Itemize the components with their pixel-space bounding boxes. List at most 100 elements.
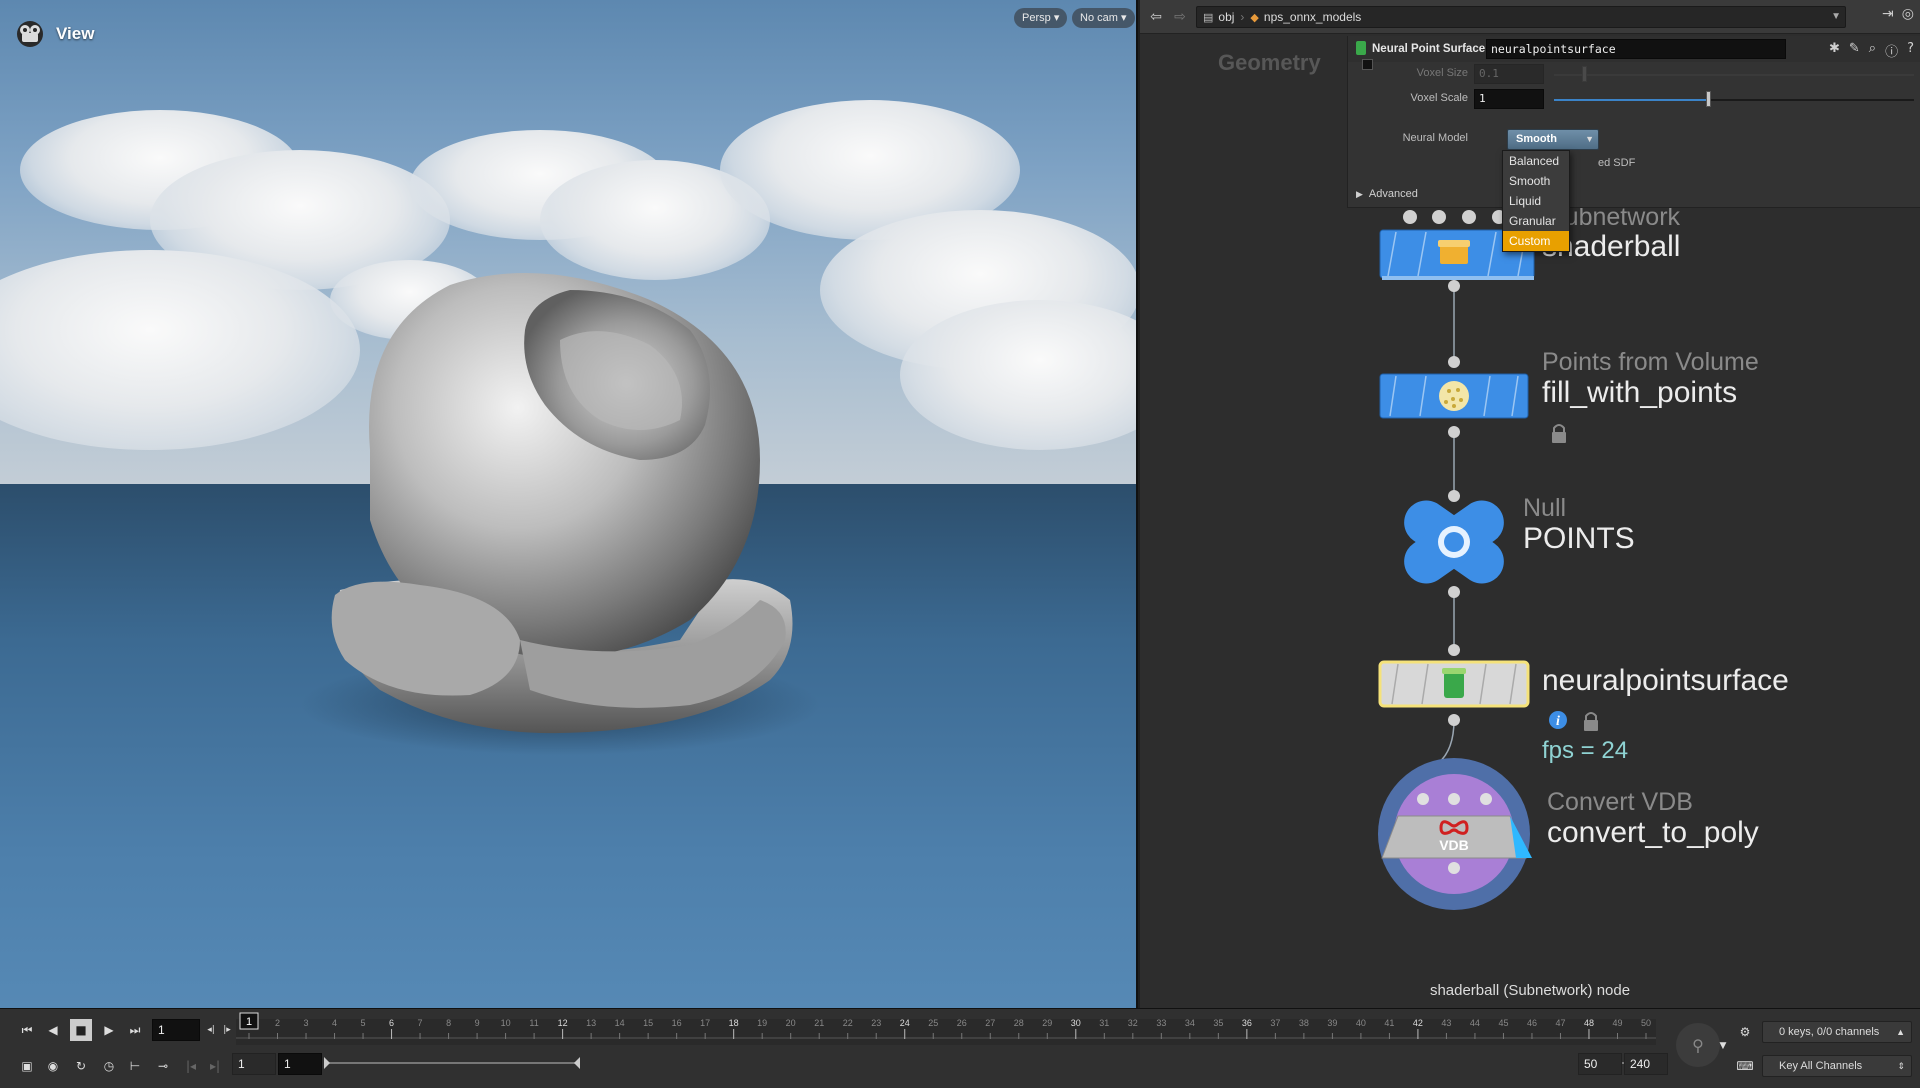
timeline-tick-label: 10 <box>501 1018 511 1028</box>
chevron-down-icon[interactable]: ▼ <box>1712 1035 1734 1057</box>
timeline-ruler[interactable]: 2 3 4 5 6 7 8 9 10 11 12 13 14 15 16 17 18 19 20 21 22 23 24 25… <box>0 1009 1920 1088</box>
camera-menu-button[interactable]: No cam ▾ <box>1072 8 1135 28</box>
jump-start-icon[interactable]: ⏮ <box>16 1019 38 1041</box>
timeline-tick-label: 36 <box>1242 1018 1252 1028</box>
neural-model-menu[interactable]: Balanced Smooth Liquid Granular Custom <box>1502 150 1570 252</box>
timeline-tick-label: 34 <box>1185 1018 1195 1028</box>
voxel-size-slider[interactable] <box>1554 74 1914 76</box>
projection-label: Persp <box>1022 12 1051 24</box>
node-type-label: Null <box>1523 494 1567 522</box>
timeline-tick-label: 4 <box>332 1018 337 1028</box>
timeline-tick-label: 28 <box>1014 1018 1024 1028</box>
voxel-scale-slider-handle[interactable] <box>1706 91 1711 107</box>
timeline-tick-label: 19 <box>757 1018 767 1028</box>
viewport-title: View <box>56 24 95 43</box>
menu-item-liquid[interactable]: Liquid <box>1503 191 1569 211</box>
timeline-tick-label: 29 <box>1042 1018 1052 1028</box>
help-icon[interactable]: ? <box>1907 41 1914 60</box>
jump-end-icon[interactable]: ⏭ <box>124 1019 146 1041</box>
advanced-folder[interactable]: ▶ Advanced <box>1356 188 1418 200</box>
current-frame-field[interactable]: 1 <box>152 1019 200 1041</box>
houdini-app: View Persp ▾ No cam ▾ ⇦ ⇨ ▤ obj › ◆ nps_… <box>0 0 1920 1088</box>
gear-icon[interactable]: ✱ <box>1829 41 1840 60</box>
menu-item-smooth[interactable]: Smooth <box>1503 171 1569 191</box>
voxel-size-slider-handle[interactable] <box>1582 66 1587 82</box>
voxel-scale-slider-fill <box>1554 99 1708 101</box>
node-type-label: Convert VDB <box>1547 788 1693 816</box>
chevron-updown-icon: ⇕ <box>1897 1061 1905 1071</box>
node-name-label[interactable]: convert_to_poly <box>1547 816 1759 850</box>
timeline-tick-label: 30 <box>1071 1018 1081 1028</box>
range-end-icon[interactable]: ▸| <box>204 1055 226 1077</box>
status-text: shaderball (Subnetwork) node <box>1429 982 1631 999</box>
node-fill-with-points[interactable] <box>1379 356 1566 443</box>
timeline-tick-label: 13 <box>586 1018 596 1028</box>
range-start-field[interactable]: 1 <box>232 1053 276 1075</box>
keys-status-label: 0 keys, 0/0 channels <box>1779 1026 1880 1038</box>
channel-list-icon[interactable]: ⚙ <box>1734 1021 1756 1043</box>
play-icon[interactable]: ▶ <box>98 1019 120 1041</box>
parameter-panel-header: Neural Point Surface neuralpointsurface … <box>1348 36 1920 62</box>
range-start2-field[interactable]: 1 <box>278 1053 322 1075</box>
chevron-up-icon: ▲ <box>1896 1027 1905 1037</box>
range-start-icon[interactable]: |◂ <box>180 1055 202 1077</box>
search-icon[interactable]: ⌕ <box>1869 41 1876 60</box>
node-name-field[interactable]: neuralpointsurface <box>1486 39 1786 59</box>
voxel-scale-field[interactable]: 1 <box>1474 89 1544 109</box>
node-points-null[interactable] <box>1396 490 1513 598</box>
menu-item-balanced[interactable]: Balanced <box>1503 151 1569 171</box>
realtime-toggle-icon[interactable]: ▣ <box>16 1055 38 1077</box>
timeline-tick-label: 50 <box>1641 1018 1651 1028</box>
range-end-field[interactable]: 50 <box>1578 1053 1622 1075</box>
timeline-tick-label: 11 <box>529 1018 538 1028</box>
node-type-title: Neural Point Surface <box>1372 43 1486 55</box>
clock-icon[interactable]: ◷ <box>98 1055 120 1077</box>
range-icon[interactable]: ⊢ <box>124 1055 146 1077</box>
node-convert-to-poly[interactable]: VDB <box>1378 758 1532 910</box>
timeline-tick-label: 27 <box>985 1018 995 1028</box>
timeline-tick-label: 43 <box>1441 1018 1451 1028</box>
key-channels-icon[interactable]: ⌨ <box>1734 1055 1756 1077</box>
node-name-label[interactable]: fill_with_points <box>1542 376 1737 410</box>
info-icon[interactable]: ⓘ <box>1885 41 1898 60</box>
keys-icon[interactable]: ⊸ <box>152 1055 174 1077</box>
next-key-icon[interactable]: |▸ <box>216 1019 238 1041</box>
projection-menu-button[interactable]: Persp ▾ <box>1014 8 1068 28</box>
timeline-tick-label: 7 <box>418 1018 423 1028</box>
lock-icon[interactable] <box>1584 712 1598 731</box>
keys-status-dropdown[interactable]: 0 keys, 0/0 channels ▲ <box>1762 1021 1912 1043</box>
node-type-label: Points from Volume <box>1542 348 1759 376</box>
key-channels-label: Key All Channels <box>1779 1060 1863 1072</box>
scene-viewport[interactable]: View Persp ▾ No cam ▾ <box>0 0 1138 1008</box>
timeline-tick-label: 40 <box>1356 1018 1366 1028</box>
node-name-label[interactable]: POINTS <box>1523 522 1635 556</box>
key-channels-dropdown[interactable]: Key All Channels ⇕ <box>1762 1055 1912 1077</box>
neural-model-dropdown[interactable]: Smooth ▼ <box>1507 129 1599 150</box>
partial-param-label: ed SDF <box>1598 157 1636 169</box>
menu-item-custom[interactable]: Custom <box>1503 231 1569 251</box>
timeline-bar: 2 3 4 5 6 7 8 9 10 11 12 13 14 15 16 17 18 19 20 21 22 23 24 25… <box>0 1008 1920 1088</box>
timeline-tick-label: 2 <box>275 1018 280 1028</box>
brush-icon[interactable]: ✎ <box>1849 41 1860 60</box>
timeline-tick-label: 15 <box>643 1018 653 1028</box>
range-end2-field[interactable]: 240 <box>1624 1053 1668 1075</box>
timeline-tick-label: 8 <box>446 1018 451 1028</box>
node-name-label[interactable]: neuralpointsurface <box>1542 664 1789 698</box>
timeline-tick-label: 47 <box>1555 1018 1565 1028</box>
timeline-tick-label: 22 <box>843 1018 853 1028</box>
timeline-tick-label: 12 <box>558 1018 568 1028</box>
stop-icon[interactable]: ■ <box>70 1019 92 1041</box>
timeline-tick-label: 48 <box>1584 1018 1594 1028</box>
menu-item-granular[interactable]: Granular <box>1503 211 1569 231</box>
loop-icon[interactable]: ↻ <box>70 1055 92 1077</box>
camera-label: No cam <box>1080 12 1118 24</box>
voxel-size-field[interactable]: 0.1 <box>1474 64 1544 84</box>
step-back-icon[interactable]: ◀ <box>42 1019 64 1041</box>
audio-icon[interactable]: ◉ <box>42 1055 64 1077</box>
camera-menu-icon[interactable] <box>14 18 46 50</box>
chevron-down-icon: ▾ <box>1053 12 1060 24</box>
lock-icon[interactable] <box>1552 424 1566 443</box>
info-icon[interactable]: i <box>1549 711 1567 729</box>
chevron-down-icon: ▼ <box>1585 134 1594 144</box>
chevron-right-icon: ▶ <box>1356 188 1363 199</box>
